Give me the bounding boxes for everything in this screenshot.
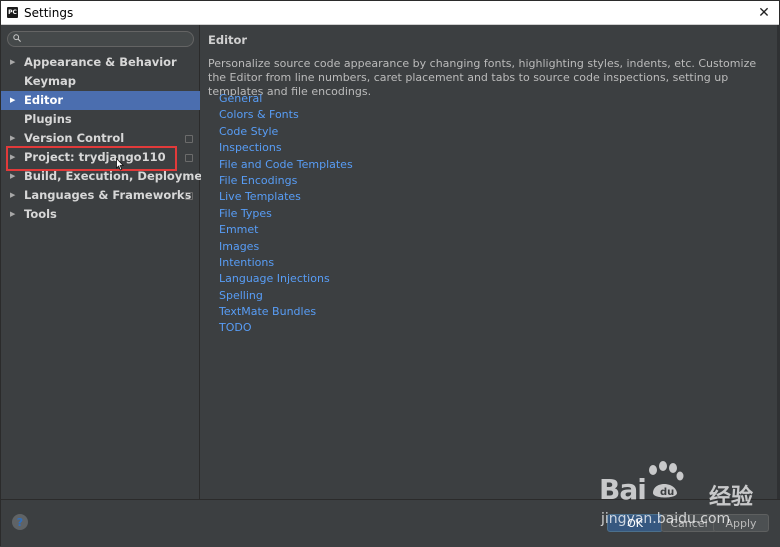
sidebar-item-label: Languages & Frameworks xyxy=(24,188,192,202)
expand-arrow-icon[interactable]: ▶ xyxy=(10,148,15,167)
settings-window: PC Settings ✕ ▶ Appearance & Behavior Keym… xyxy=(0,0,780,547)
project-settings-icon xyxy=(185,154,193,162)
sidebar-item-label: Version Control xyxy=(24,131,125,145)
link-textmate-bundles[interactable]: TextMate Bundles xyxy=(219,304,353,320)
link-spelling[interactable]: Spelling xyxy=(219,288,353,304)
sidebar-item-label: Keymap xyxy=(24,74,76,88)
link-emmet[interactable]: Emmet xyxy=(219,222,353,238)
link-inspections[interactable]: Inspections xyxy=(219,140,353,156)
link-code-style[interactable]: Code Style xyxy=(219,124,353,140)
cancel-button[interactable]: Cancel xyxy=(661,514,717,532)
search-input[interactable] xyxy=(7,31,194,47)
sidebar-item-label: Editor xyxy=(24,93,64,107)
expand-arrow-icon[interactable]: ▶ xyxy=(10,167,15,186)
expand-arrow-icon[interactable]: ▶ xyxy=(10,53,15,72)
link-language-injections[interactable]: Language Injections xyxy=(219,271,353,287)
sidebar-item-label: Project: trydjango110 xyxy=(24,150,166,164)
link-file-types[interactable]: File Types xyxy=(219,206,353,222)
window-title: Settings xyxy=(24,5,74,20)
mouse-pointer-icon xyxy=(116,158,125,171)
dialog-footer: ? OK Cancel Apply xyxy=(1,499,780,547)
link-file-encodings[interactable]: File Encodings xyxy=(219,173,353,189)
apply-button[interactable]: Apply xyxy=(713,514,769,532)
sidebar-item-label: Build, Execution, Deployment xyxy=(24,169,216,183)
link-live-templates[interactable]: Live Templates xyxy=(219,189,353,205)
sidebar-item-plugins[interactable]: Plugins xyxy=(1,110,200,129)
editor-settings-panel: Editor Personalize source code appearanc… xyxy=(201,25,780,499)
sidebar-item-editor[interactable]: ▶ Editor xyxy=(1,91,200,110)
sidebar-item-label: Plugins xyxy=(24,112,72,126)
pycharm-app-icon: PC xyxy=(7,7,18,18)
sidebar-item-appearance-behavior[interactable]: ▶ Appearance & Behavior xyxy=(1,53,200,72)
settings-tree: ▶ Appearance & Behavior Keymap ▶ Editor Plugi… xyxy=(1,53,216,224)
title-bar: PC Settings ✕ xyxy=(1,1,779,25)
sidebar-item-version-control[interactable]: ▶ Version Control xyxy=(1,129,200,148)
expand-arrow-icon[interactable]: ▶ xyxy=(10,129,15,148)
sidebar-item-tools[interactable]: ▶ Tools xyxy=(1,205,200,224)
help-button[interactable]: ? xyxy=(12,514,28,530)
project-settings-icon xyxy=(185,192,193,200)
sidebar-item-languages-frameworks[interactable]: ▶ Languages & Frameworks xyxy=(1,186,200,205)
search-icon xyxy=(13,34,21,42)
page-title: Editor xyxy=(208,33,248,47)
sidebar-item-label: Appearance & Behavior xyxy=(24,55,177,69)
link-todo[interactable]: TODO xyxy=(219,320,353,336)
settings-sidebar: ▶ Appearance & Behavior Keymap ▶ Editor Plugi… xyxy=(1,25,216,499)
project-settings-icon xyxy=(185,135,193,143)
sidebar-item-project-trydjango110[interactable]: ▶ Project: trydjango110 xyxy=(1,148,200,167)
link-images[interactable]: Images xyxy=(219,239,353,255)
expand-arrow-icon[interactable]: ▶ xyxy=(10,205,15,224)
expand-arrow-icon[interactable]: ▶ xyxy=(10,91,15,110)
expand-arrow-icon[interactable]: ▶ xyxy=(10,186,15,205)
link-general[interactable]: General xyxy=(219,91,353,107)
link-colors-fonts[interactable]: Colors & Fonts xyxy=(219,107,353,123)
sidebar-item-build-execution-deployment[interactable]: ▶ Build, Execution, Deployment xyxy=(1,167,216,186)
link-file-and-code-templates[interactable]: File and Code Templates xyxy=(219,157,353,173)
sidebar-item-label: Tools xyxy=(24,207,57,221)
sidebar-item-keymap[interactable]: Keymap xyxy=(1,72,200,91)
close-button[interactable]: ✕ xyxy=(749,1,779,25)
link-intentions[interactable]: Intentions xyxy=(219,255,353,271)
editor-subpage-links: General Colors & Fonts Code Style Inspectio… xyxy=(219,91,353,337)
ok-button[interactable]: OK xyxy=(607,514,663,532)
